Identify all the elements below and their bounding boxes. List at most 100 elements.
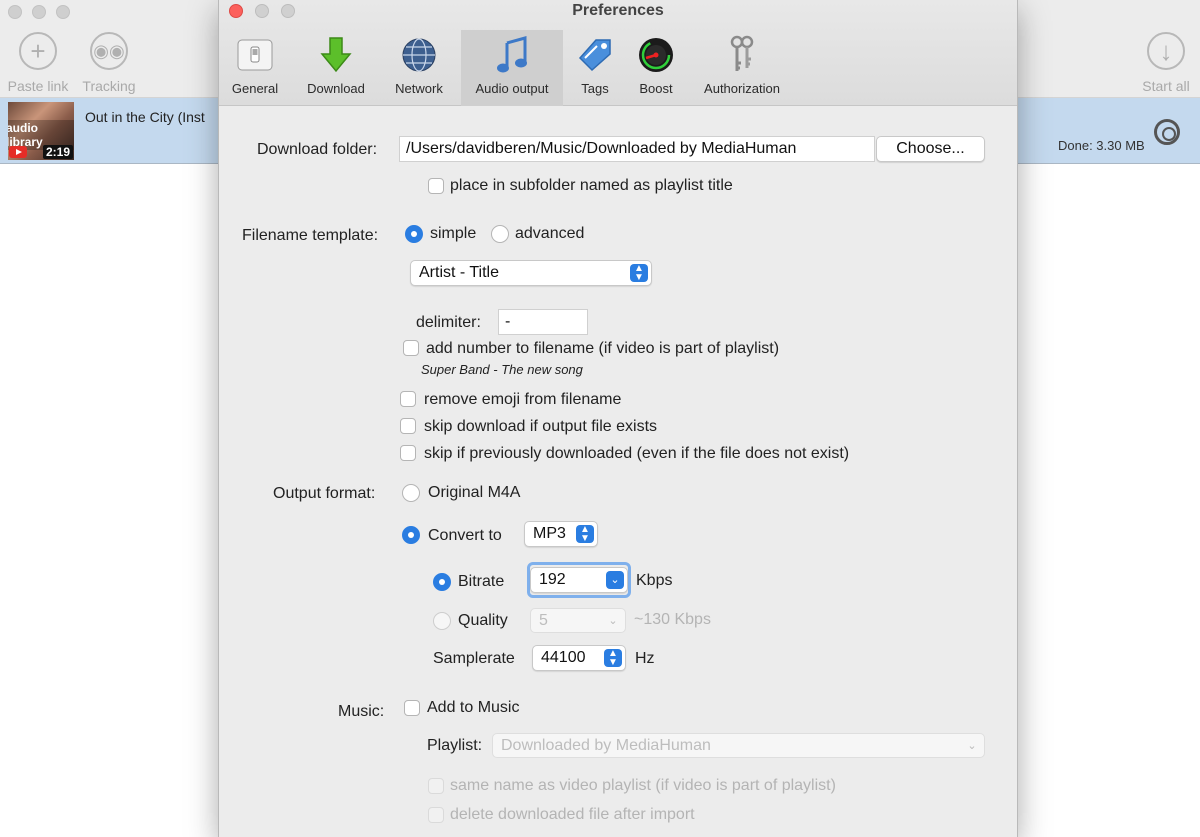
quality-value: 5 [539,612,548,629]
bitrate-value: 192 [539,571,566,588]
playlist-select[interactable]: Downloaded by MediaHuman ⌄ [492,733,985,758]
remove-emoji-label: remove emoji from filename [424,391,622,408]
quality-radio[interactable] [433,612,451,630]
add-to-music-checkbox[interactable] [404,700,420,716]
filename-example: Super Band - The new song [421,362,583,377]
duration-badge: 2:19 [42,145,73,159]
download-circle-icon: ↓ [1147,32,1185,70]
original-m4a-radio[interactable] [402,484,420,502]
samplerate-value: 44100 [541,649,586,666]
download-folder-field[interactable]: /Users/davidberen/Music/Downloaded by Me… [399,136,875,162]
tab-general[interactable]: General [219,30,291,106]
output-format-label: Output format: [273,485,376,502]
youtube-icon [9,146,27,158]
samplerate-select[interactable]: 44100 ▲ ▼ [532,645,626,671]
main-minimize-button[interactable] [32,5,46,19]
plus-icon: + [19,32,57,70]
remove-emoji-checkbox[interactable] [400,391,416,407]
window-title: Preferences [572,2,664,19]
filename-template-label: Filename template: [242,227,379,244]
download-status: Done: 3.30 MB [1058,138,1145,153]
chevron-down-icon: ⌄ [606,571,624,589]
bitrate-label: Bitrate [458,573,505,590]
bitrate-unit: Kbps [636,572,673,589]
delete-after-import-label: delete downloaded file after import [450,806,695,823]
choose-folder-button[interactable]: Choose... [876,136,985,162]
chevron-down-icon: ⌄ [608,615,618,627]
delimiter-label: delimiter: [416,314,481,331]
add-number-label: add number to filename (if video is part… [426,340,780,357]
tab-network[interactable]: Network [381,30,457,106]
subfolder-label: place in subfolder named as playlist tit… [450,177,733,194]
bitrate-radio[interactable] [433,573,451,591]
samplerate-label: Samplerate [433,650,515,667]
start-all-button[interactable]: ↓ Start all [1131,32,1200,94]
playlist-value: Downloaded by MediaHuman [501,737,711,754]
add-number-checkbox[interactable] [403,340,419,356]
preferences-window: Preferences General Download Network Aud… [219,0,1017,837]
subfolder-checkbox[interactable] [428,178,444,194]
music-label: Music: [338,703,385,720]
delete-after-import-checkbox[interactable] [428,807,444,823]
globe-icon [399,35,439,75]
music-note-icon [492,35,532,75]
tab-tags-label: Tags [581,81,609,96]
format-value: MP3 [533,525,566,542]
tab-boost-label: Boost [639,81,673,96]
chevron-updown-icon: ▲ ▼ [576,525,594,544]
skip-exists-checkbox[interactable] [400,418,416,434]
paste-link-button[interactable]: + Paste link [3,32,73,94]
tab-authorization[interactable]: Authorization [693,30,791,106]
download-title: Out in the City (Inst [85,109,205,125]
simple-radio[interactable] [405,225,423,243]
video-thumbnail: audio library 2:19 [8,102,74,160]
quality-hint: ~130 Kbps [634,611,711,628]
tracking-button[interactable]: ◉◉ Tracking [74,32,144,94]
tab-network-label: Network [395,81,443,96]
paste-link-label: Paste link [7,78,69,94]
tag-icon [575,35,615,75]
samplerate-unit: Hz [635,650,655,667]
tracking-label: Tracking [82,78,136,94]
bitrate-select[interactable]: 192 ⌄ [530,567,628,593]
add-to-music-label: Add to Music [427,699,520,716]
search-icon[interactable] [1154,119,1180,145]
download-arrow-icon [316,35,356,75]
format-select[interactable]: MP3 ▲ ▼ [524,521,598,547]
advanced-radio[interactable] [491,225,509,243]
chevron-updown-icon: ▲ ▼ [630,264,648,283]
convert-to-label: Convert to [428,527,502,544]
main-close-button[interactable] [8,5,22,19]
skip-exists-label: skip download if output file exists [424,418,658,435]
convert-to-radio[interactable] [402,526,420,544]
quality-select[interactable]: 5 ⌄ [530,608,626,633]
same-name-label: same name as video playlist (if video is… [450,777,836,794]
tab-download-label: Download [307,81,365,96]
tab-download[interactable]: Download [295,30,377,106]
tab-tags[interactable]: Tags [567,30,623,106]
preferences-titlebar: Preferences General Download Network Aud… [219,0,1017,106]
audio-output-pane: Download folder: /Users/davidberen/Music… [219,107,1017,837]
quality-label: Quality [458,612,508,629]
download-folder-label: Download folder: [257,141,378,158]
filename-pattern-value: Artist - Title [419,264,500,281]
tab-authorization-label: Authorization [704,81,780,96]
tab-audio-output-label: Audio output [475,81,549,96]
original-m4a-label: Original M4A [428,484,521,501]
chevron-updown-icon: ▲ ▼ [604,649,622,668]
simple-label: simple [430,225,477,242]
skip-previous-checkbox[interactable] [400,445,416,461]
tab-audio-output[interactable]: Audio output [461,30,563,106]
advanced-label: advanced [515,225,585,242]
speedometer-icon [636,35,676,75]
binoculars-icon: ◉◉ [90,32,128,70]
tab-boost[interactable]: Boost [627,30,685,106]
switch-icon [235,35,275,75]
delimiter-field[interactable]: - [498,309,588,335]
skip-previous-label: skip if previously downloaded (even if t… [424,445,850,462]
same-name-checkbox[interactable] [428,778,444,794]
chevron-down-icon: ⌄ [967,740,977,752]
main-zoom-button[interactable] [56,5,70,19]
tab-general-label: General [231,81,279,96]
filename-pattern-select[interactable]: Artist - Title ▲ ▼ [410,260,652,286]
